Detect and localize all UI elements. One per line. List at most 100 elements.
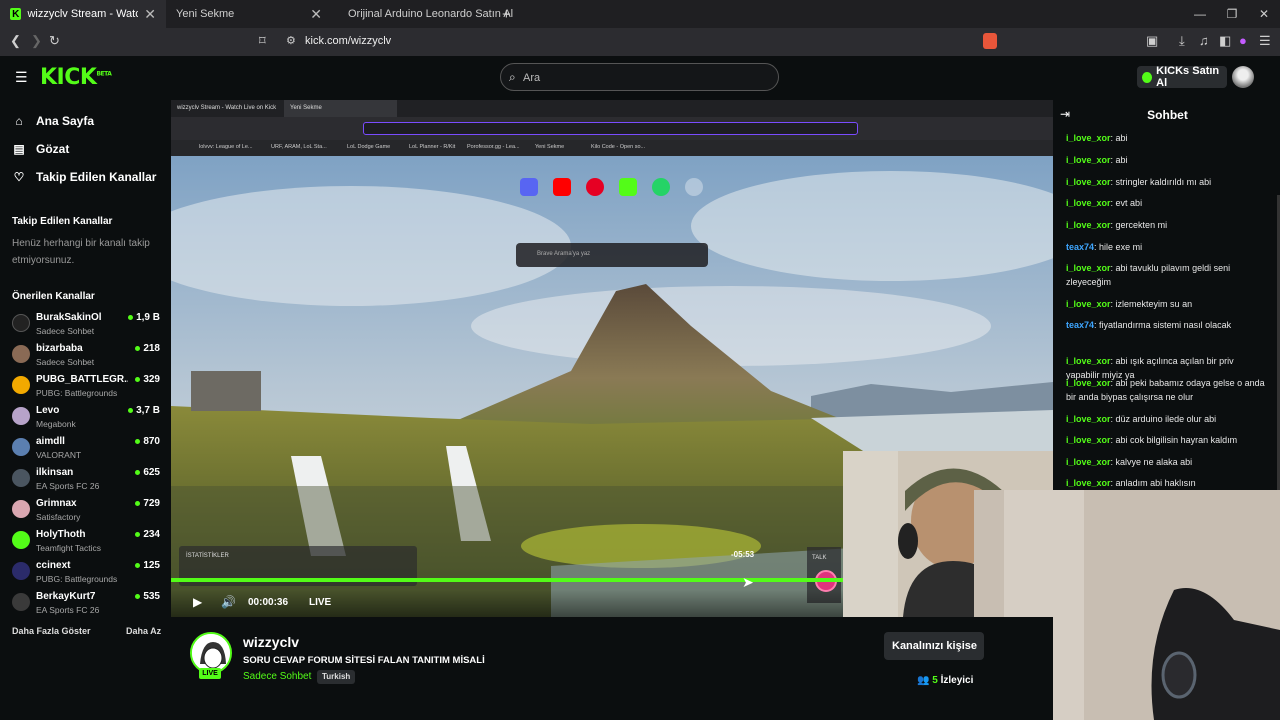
- channel-category: EA Sports FC 26: [36, 605, 100, 615]
- chat-text: düz arduino ilede olur abi: [1115, 414, 1217, 424]
- channel-name[interactable]: wizzyclv: [243, 634, 299, 650]
- channel-viewers: 3,7 B: [128, 405, 160, 416]
- stream-bookmark: Yeni Sekme: [535, 144, 565, 150]
- close-tab-icon[interactable]: ✕: [144, 6, 156, 23]
- home-icon: ⌂: [15, 114, 23, 128]
- channel-avatar: [12, 593, 30, 611]
- chat-username[interactable]: teax74: [1066, 242, 1094, 252]
- stream-browser-tab-bar: wizzyclv Stream - Watch Live on Kick Yen…: [171, 100, 1053, 117]
- chat-username[interactable]: teax74: [1066, 320, 1094, 330]
- play-icon[interactable]: ▶: [193, 595, 202, 609]
- minimize-icon[interactable]: —: [1184, 0, 1216, 28]
- tabs-icon[interactable]: ▣: [1146, 33, 1158, 49]
- chat-username[interactable]: i_love_xor: [1066, 263, 1111, 273]
- search-input[interactable]: ⌕ Ara: [500, 63, 779, 91]
- browser-tab[interactable]: Yeni Sekme ✕: [166, 0, 332, 28]
- live-dot-icon: [135, 439, 141, 444]
- language-tag[interactable]: Turkish: [317, 670, 356, 684]
- live-dot-icon: [135, 532, 141, 537]
- viewer-count: 3,7 B: [136, 405, 160, 416]
- channel-name: BurakSakinOl: [36, 312, 102, 323]
- chat-username[interactable]: i_love_xor: [1066, 414, 1111, 424]
- kick-shortcut-icon: [619, 178, 637, 196]
- chat-username[interactable]: i_love_xor: [1066, 220, 1111, 230]
- recommended-channel[interactable]: aimdll VALORANT 870: [12, 436, 160, 464]
- chat-username[interactable]: i_love_xor: [1066, 155, 1111, 165]
- viewer-count: 234: [143, 529, 160, 540]
- youtube-shortcut-icon: [553, 178, 571, 196]
- chat-username[interactable]: i_love_xor: [1066, 435, 1111, 445]
- brave-shield-icon[interactable]: [983, 33, 997, 49]
- chat-username[interactable]: i_love_xor: [1066, 133, 1111, 143]
- kick-logo[interactable]: KICKBETA: [40, 65, 112, 90]
- music-icon[interactable]: ♫: [1199, 33, 1209, 48]
- download-icon[interactable]: ⤓: [1179, 33, 1185, 49]
- buy-kicks-button[interactable]: KICKs Satın Al: [1137, 65, 1227, 89]
- chat-username[interactable]: i_love_xor: [1066, 457, 1111, 467]
- collapse-chat-icon[interactable]: ⇥: [1060, 107, 1070, 121]
- chat-message: i_love_xor: abi: [1066, 153, 1266, 167]
- recommended-channel[interactable]: BerkayKurt7 EA Sports FC 26 535: [12, 591, 160, 619]
- sidebar-toggle-icon[interactable]: ◧: [1219, 33, 1231, 49]
- stream-tab: wizzyclv Stream - Watch Live on Kick: [171, 100, 281, 117]
- site-info-icon[interactable]: ⚙: [286, 34, 296, 47]
- back-icon[interactable]: ❮: [10, 33, 21, 49]
- nav-following[interactable]: ♡ Takip Edilen Kanallar: [12, 170, 157, 184]
- channel-name: Levo: [36, 405, 60, 416]
- recommended-channel[interactable]: HolyThoth Teamfight Tactics 234: [12, 529, 160, 557]
- recommended-channel[interactable]: Grimnax Satisfactory 729: [12, 498, 160, 526]
- channel-name: BerkayKurt7: [36, 591, 96, 602]
- show-more-button[interactable]: Daha Fazla Göster: [12, 626, 91, 636]
- new-tab-button[interactable]: +: [492, 0, 521, 28]
- recommended-channel[interactable]: BurakSakinOl Sadece Sohbet 1,9 B: [12, 312, 160, 340]
- channel-avatar: [12, 376, 30, 394]
- browser-tab-active[interactable]: K wizzyclv Stream - Watch Live on Kick ✕: [0, 0, 166, 28]
- user-avatar[interactable]: [1232, 66, 1254, 88]
- stream-tab: Yeni Sekme: [284, 100, 397, 117]
- chat-username[interactable]: i_love_xor: [1066, 299, 1111, 309]
- chat-text: kalvye ne alaka abi: [1115, 457, 1193, 467]
- customize-channel-button[interactable]: Kanalınızı kişise: [884, 632, 984, 660]
- browser-toolbar: ❮ ❯ ↻ ⌑ ⚙ kick.com/wizzyclv ▣ ⤓ ♫ ◧ ● ☰: [0, 28, 1280, 56]
- show-less-button[interactable]: Daha Az: [126, 626, 161, 636]
- recommended-channel[interactable]: bizarbaba Sadece Sohbet 218: [12, 343, 160, 371]
- menu-icon[interactable]: ☰: [1259, 33, 1271, 49]
- nav-home[interactable]: ⌂ Ana Sayfa: [12, 114, 94, 128]
- reload-icon[interactable]: ↻: [49, 33, 60, 49]
- followed-heading: Takip Edilen Kanallar: [12, 216, 113, 227]
- live-dot-icon: [135, 346, 141, 351]
- stream-title: SORU CEVAP FORUM SİTESİ FALAN TANITIM Mİ…: [243, 655, 485, 666]
- hamburger-menu-icon[interactable]: ☰: [15, 69, 28, 86]
- forward-icon[interactable]: ❯: [31, 33, 42, 49]
- bookmark-icon[interactable]: ⌑: [259, 33, 266, 49]
- channel-viewers: 625: [135, 467, 160, 478]
- chat-message: i_love_xor: evt abi: [1066, 196, 1266, 210]
- chat-username[interactable]: i_love_xor: [1066, 198, 1111, 208]
- viewer-count-number: 5: [932, 675, 938, 686]
- chat-username[interactable]: i_love_xor: [1066, 378, 1111, 388]
- search-icon: ⌕: [509, 70, 516, 84]
- whatsapp-shortcut-icon: [652, 178, 670, 196]
- live-dot-icon: [128, 408, 134, 413]
- viewer-count: 535: [143, 591, 160, 602]
- browser-tab[interactable]: Orijinal Arduino Leonardo Satın Al: [332, 0, 513, 28]
- restore-icon[interactable]: ❐: [1216, 0, 1248, 28]
- address-bar[interactable]: ⚙ kick.com/wizzyclv: [278, 31, 1002, 53]
- stream-category-link[interactable]: Sadece Sohbet: [243, 671, 311, 682]
- nav-browse[interactable]: ▤ Gözat: [12, 142, 69, 156]
- recommended-channel[interactable]: ccinext PUBG: Battlegrounds 125: [12, 560, 160, 588]
- channel-category: Sadece Sohbet: [36, 357, 95, 367]
- close-tab-icon[interactable]: ✕: [310, 6, 322, 23]
- recommended-channel[interactable]: PUBG_BATTLEGR... PUBG: Battlegrounds 329: [12, 374, 160, 402]
- stream-bookmarks-bar: lolvvv: League of Le... URF, ARAM, LoL S…: [171, 140, 1053, 156]
- chat-username[interactable]: i_love_xor: [1066, 478, 1111, 488]
- recommended-channel[interactable]: Levo Megabonk 3,7 B: [12, 405, 160, 433]
- chat-username[interactable]: i_love_xor: [1066, 356, 1111, 366]
- recommended-channel[interactable]: ilkinsan EA Sports FC 26 625: [12, 467, 160, 495]
- viewer-count: 729: [143, 498, 160, 509]
- chat-username[interactable]: i_love_xor: [1066, 177, 1111, 187]
- volume-icon[interactable]: 🔊: [221, 595, 236, 609]
- extension-icon[interactable]: ●: [1239, 33, 1247, 48]
- chat-text: evt abi: [1115, 198, 1143, 208]
- close-window-icon[interactable]: ✕: [1248, 0, 1280, 28]
